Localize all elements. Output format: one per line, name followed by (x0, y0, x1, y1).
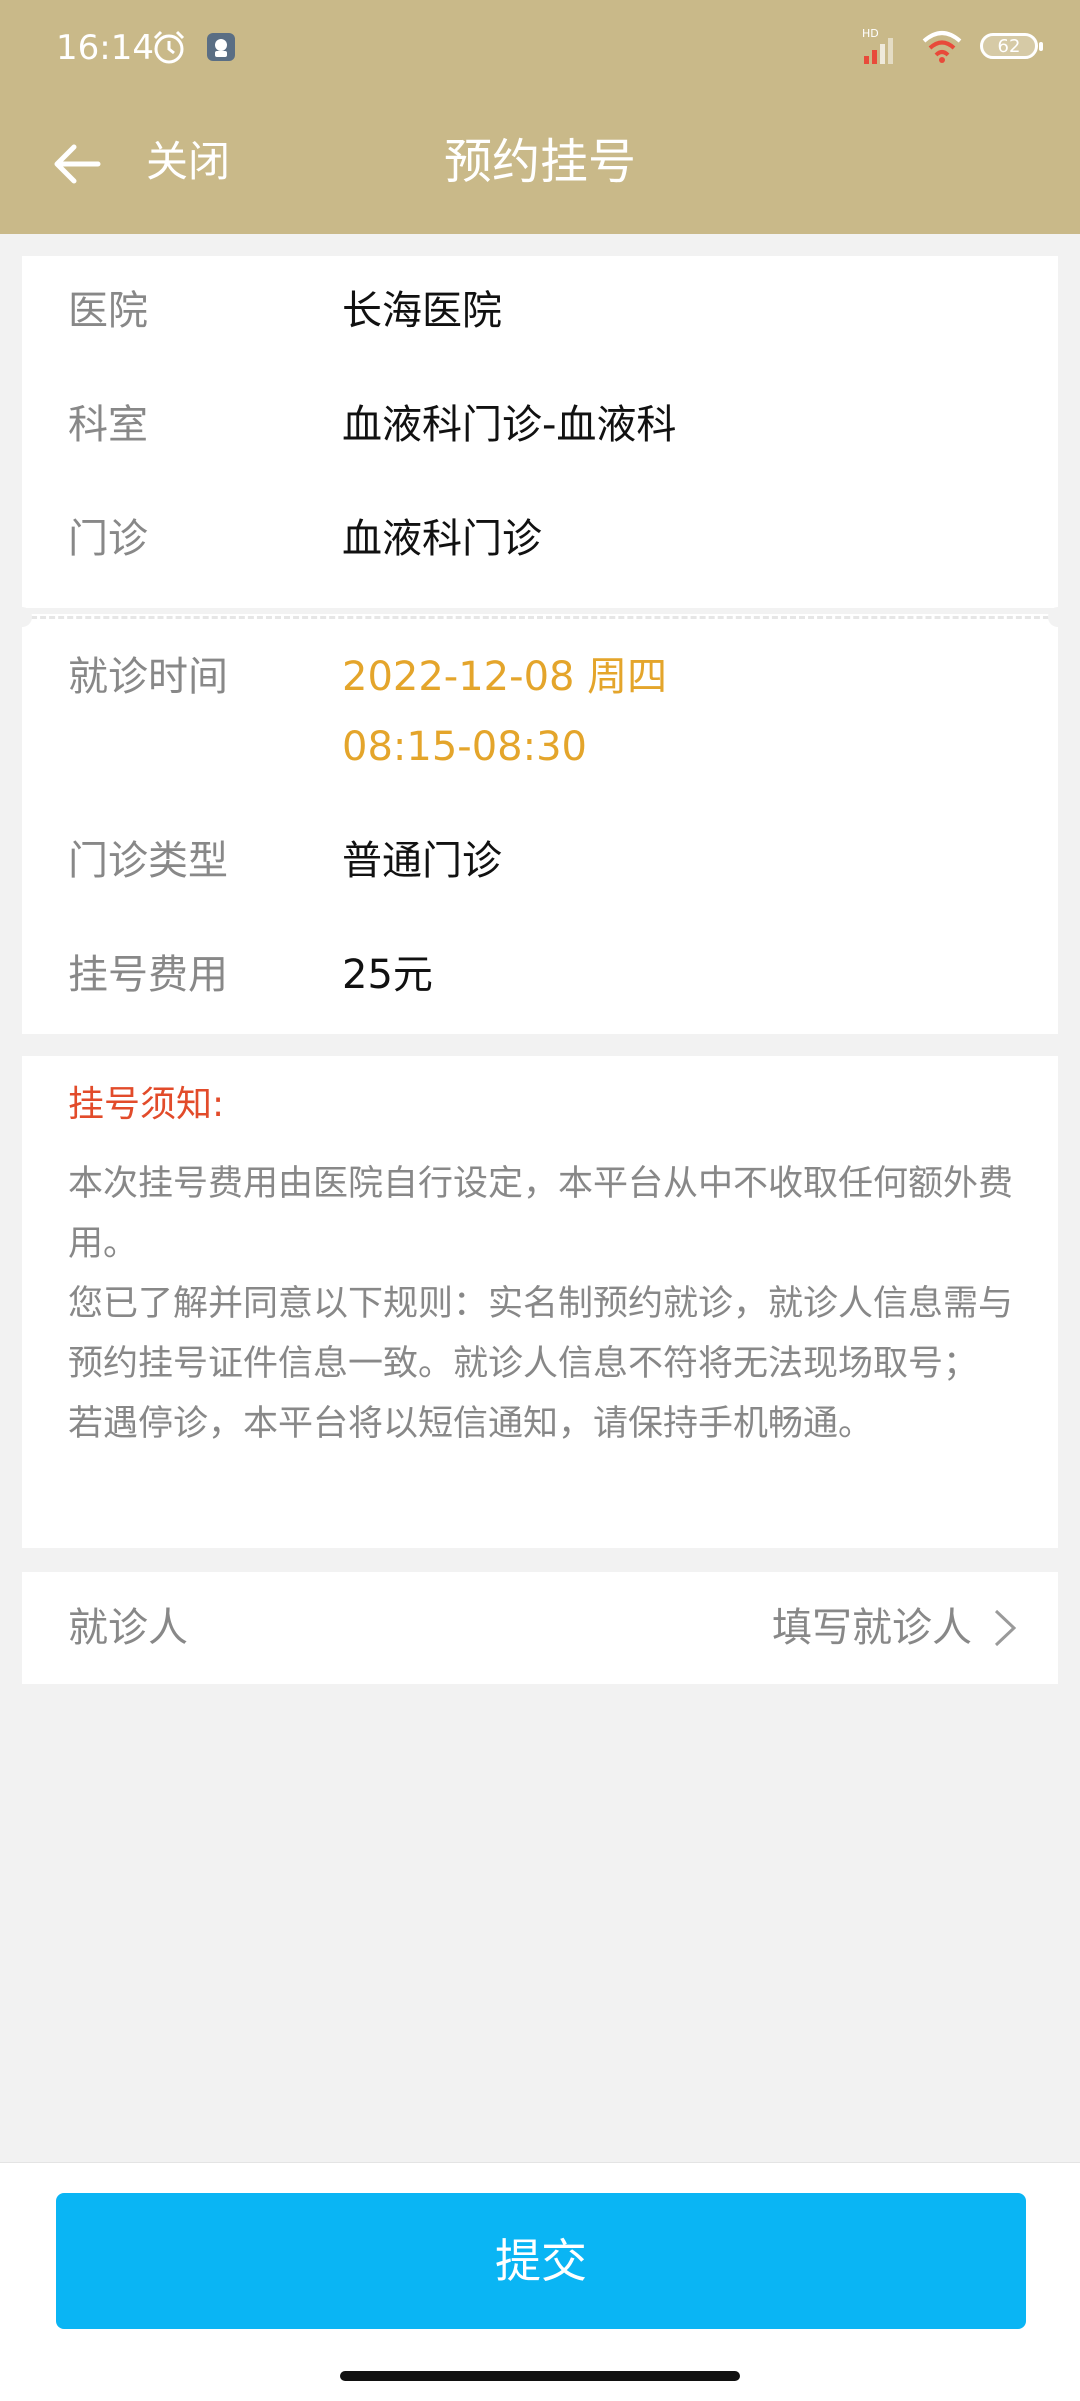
fee-value: 25元 (342, 952, 433, 998)
notice-body: 本次挂号费用由医院自行设定，本平台从中不收取任何额外费用。 您已了解并同意以下规… (68, 1154, 1038, 1454)
department-value: 血液科门诊-血液科 (342, 402, 677, 448)
submit-button[interactable]: 提交 (56, 2193, 1026, 2329)
status-left-icons (150, 28, 236, 66)
visit-time-label: 就诊时间 (68, 654, 228, 700)
visit-time-value: 08:15-08:30 (342, 724, 587, 770)
header: 16:14 HD 62 关闭 预约挂号 (0, 0, 1080, 234)
visit-info-card: 就诊时间 2022-12-08 周四 08:15-08:30 门诊类型 普通门诊… (22, 614, 1058, 1034)
patient-selector-row[interactable]: 就诊人 填写就诊人 (22, 1572, 1058, 1684)
notice-title: 挂号须知: (68, 1084, 225, 1125)
notice-paragraph-3: 若遇停诊，本平台将以短信通知，请保持手机畅通。 (68, 1404, 874, 1444)
ticket-divider (22, 616, 1058, 619)
hospital-label: 医院 (68, 288, 148, 334)
clinic-value: 血液科门诊 (342, 516, 542, 562)
ticket-notch-right (1048, 607, 1068, 627)
patient-label: 就诊人 (68, 1605, 188, 1651)
notice-card: 挂号须知: 本次挂号费用由医院自行设定，本平台从中不收取任何额外费用。 您已了解… (22, 1056, 1058, 1548)
battery-level: 62 (997, 35, 1021, 57)
notification-app-icon (207, 33, 235, 61)
wifi-icon (922, 31, 962, 63)
hospital-info-card: 医院 长海医院 科室 血液科门诊-血液科 门诊 血液科门诊 (22, 256, 1058, 608)
visit-date-value: 2022-12-08 周四 (342, 654, 668, 700)
bottom-bar: 提交 (0, 2162, 1080, 2401)
fill-patient-label: 填写就诊人 (772, 1605, 972, 1651)
svg-text:HD: HD (862, 27, 879, 40)
status-time: 16:14 (56, 28, 154, 68)
status-bar: 16:14 HD 62 (0, 0, 1080, 100)
signal-hd-icon: HD (862, 27, 893, 64)
ticket-notch-left (12, 607, 32, 627)
notice-paragraph-1: 本次挂号费用由医院自行设定，本平台从中不收取任何额外费用。 (68, 1164, 1014, 1264)
hospital-value: 长海医院 (342, 288, 502, 334)
alarm-clock-icon (153, 30, 185, 64)
home-indicator[interactable] (340, 2371, 740, 2381)
fee-label: 挂号费用 (68, 952, 228, 998)
department-label: 科室 (68, 402, 148, 448)
fill-patient-button[interactable]: 填写就诊人 (772, 1600, 1020, 1656)
chevron-right-icon (994, 1609, 1017, 1647)
title-bar: 关闭 预约挂号 (0, 100, 1080, 234)
status-right-icons: HD 62 (862, 26, 1043, 66)
battery-icon: 62 (980, 33, 1043, 59)
clinic-type-label: 门诊类型 (68, 838, 228, 884)
notice-paragraph-2: 您已了解并同意以下规则：实名制预约就诊，就诊人信息需与预约挂号证件信息一致。就诊… (68, 1284, 1014, 1384)
clinic-label: 门诊 (68, 516, 148, 562)
page-title: 预约挂号 (443, 134, 636, 190)
clinic-type-value: 普通门诊 (342, 838, 502, 884)
